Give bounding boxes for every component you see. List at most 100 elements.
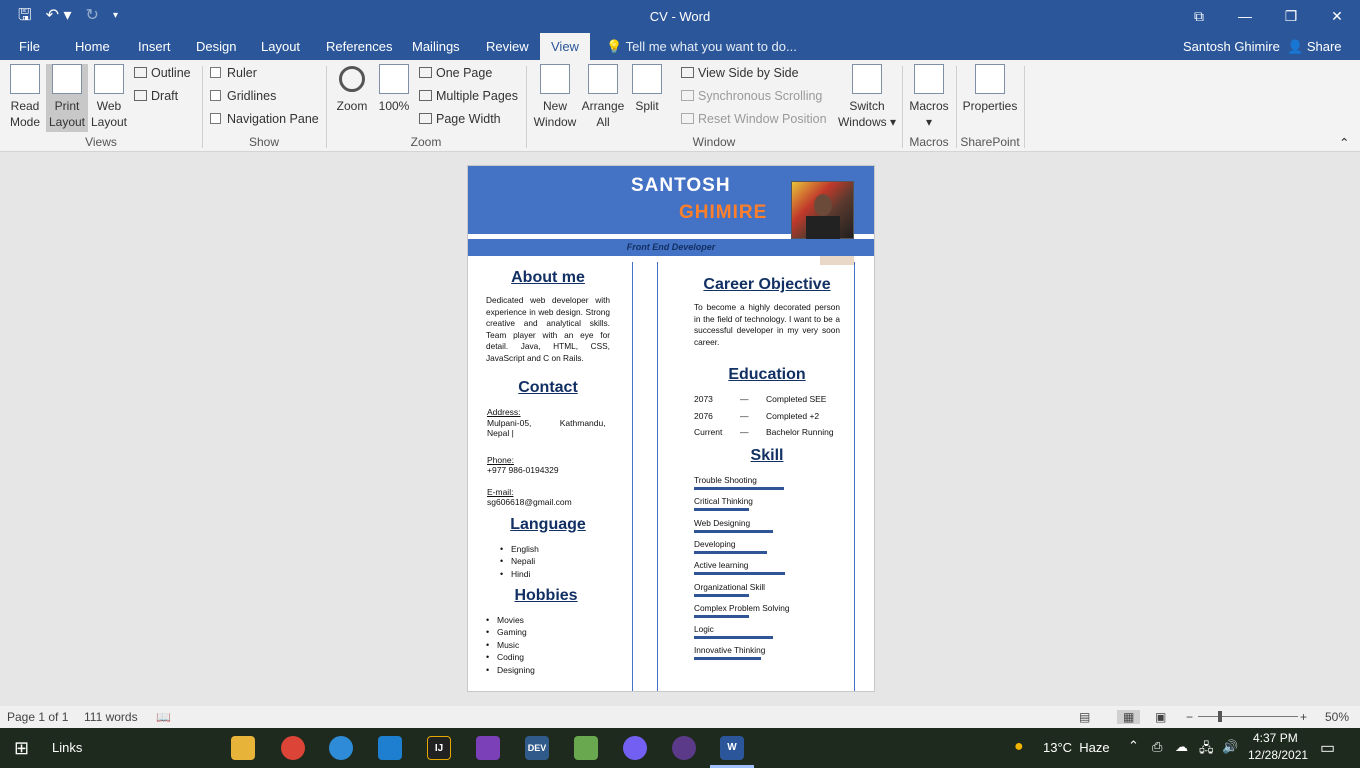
devcpp-icon[interactable]: DEV <box>525 736 549 760</box>
education-row: 2076 — Completed +2 <box>694 411 819 422</box>
page-width-button[interactable]: Page Width <box>419 110 501 128</box>
file-explorer-icon[interactable] <box>231 736 255 760</box>
onedrive-icon[interactable]: ☁ <box>1175 739 1188 755</box>
view-side-by-side-button[interactable]: View Side by Side <box>681 64 799 82</box>
synchronous-scrolling-button[interactable]: Synchronous Scrolling <box>681 87 822 105</box>
zoom-100-button[interactable]: 100% <box>376 64 412 114</box>
read-mode-button[interactable]: Read Mode <box>4 64 46 130</box>
clock-date[interactable]: 12/28/2021 <box>1248 748 1308 762</box>
proofing-icon[interactable]: 📖 <box>156 710 171 724</box>
outline-icon <box>134 67 147 78</box>
ruler-checkbox[interactable]: Ruler <box>210 64 257 82</box>
collapse-ribbon-icon[interactable]: ⌃ <box>1339 134 1349 152</box>
zoom-level[interactable]: 50% <box>1325 710 1349 724</box>
intellij-icon[interactable]: IJ <box>427 736 451 760</box>
split-button[interactable]: Split <box>628 64 666 114</box>
multiple-pages-button[interactable]: Multiple Pages <box>419 87 518 105</box>
zoom-100-icon <box>379 64 409 94</box>
tab-references[interactable]: References <box>315 33 403 60</box>
list-item: Music <box>486 639 535 651</box>
weather-icon[interactable]: ● <box>1014 738 1024 756</box>
network-icon[interactable]: 🖧 <box>1199 739 1214 761</box>
device-icon[interactable]: ⎙ <box>1152 739 1162 755</box>
windows-start-icon[interactable]: ⊞ <box>14 738 29 759</box>
volume-icon[interactable]: 🔊 <box>1222 739 1238 755</box>
last-name: GHIMIRE <box>679 202 768 223</box>
skill-name: Complex Problem Solving <box>694 602 790 613</box>
share-button[interactable]: 👤 Share <box>1287 33 1342 60</box>
email-label: E-mail: <box>487 486 514 497</box>
window-controls: ⧉ — ❐ ✕ <box>1176 0 1360 32</box>
ribbon-tabs: File Home Insert Design Layout Reference… <box>0 33 1360 60</box>
clock-time[interactable]: 4:37 PM <box>1253 731 1298 745</box>
restore-icon[interactable]: ❐ <box>1268 0 1314 32</box>
word-icon[interactable]: W <box>720 736 744 760</box>
phone-label: Phone: <box>487 454 514 465</box>
edge-icon[interactable] <box>329 736 353 760</box>
outline-button[interactable]: Outline <box>134 64 191 82</box>
tab-layout[interactable]: Layout <box>250 33 311 60</box>
skill-level-bar <box>694 636 774 640</box>
email-value: sg606618@gmail.com <box>487 497 572 507</box>
notifications-icon[interactable]: ▭ <box>1320 738 1335 758</box>
user-name[interactable]: Santosh Ghimire <box>1183 33 1280 60</box>
links-toolbar[interactable]: Links <box>52 740 82 755</box>
notepad-icon[interactable] <box>574 736 598 760</box>
weather-text[interactable]: 13°C Haze <box>1043 740 1110 755</box>
skill-item: Logic <box>694 624 774 640</box>
skill-item: Complex Problem Solving <box>694 603 789 618</box>
print-layout-button[interactable]: Print Layout <box>46 64 88 132</box>
close-icon[interactable]: ✕ <box>1314 0 1360 32</box>
zoom-slider-handle[interactable] <box>1218 711 1222 722</box>
app-icon[interactable] <box>672 736 696 760</box>
properties-button[interactable]: Properties <box>960 64 1020 114</box>
lightbulb-icon: 💡 <box>606 39 626 54</box>
new-window-button[interactable]: New Window <box>531 64 579 130</box>
one-page-button[interactable]: One Page <box>419 64 492 82</box>
web-layout-view-icon[interactable]: ▣ <box>1155 710 1166 724</box>
education-row: 2073 — Completed SEE <box>694 394 826 405</box>
gridlines-checkbox[interactable]: Gridlines <box>210 87 276 105</box>
visual-studio-icon[interactable] <box>476 736 500 760</box>
switch-windows-button[interactable]: Switch Windows ▾ <box>836 64 898 130</box>
ribbon-display-options-icon[interactable]: ⧉ <box>1176 0 1222 32</box>
tab-view[interactable]: View <box>540 33 590 60</box>
web-layout-button[interactable]: Web Layout <box>88 64 130 130</box>
navigation-pane-label: Navigation Pane <box>227 112 319 126</box>
zoom-out-icon[interactable]: − <box>1186 710 1193 724</box>
viber-icon[interactable] <box>623 736 647 760</box>
macros-button[interactable]: Macros ▾ <box>906 64 952 130</box>
zoom-slider-track[interactable] <box>1198 716 1298 717</box>
read-mode-icon <box>10 64 40 94</box>
vscode-icon[interactable] <box>378 736 402 760</box>
tab-design[interactable]: Design <box>185 33 247 60</box>
navigation-pane-checkbox[interactable]: Navigation Pane <box>210 110 319 128</box>
show-hidden-icons-icon[interactable]: ⌃ <box>1128 738 1139 754</box>
arrange-all-icon <box>588 64 618 94</box>
reset-window-position-button[interactable]: Reset Window Position <box>681 110 827 128</box>
arrange-all-button[interactable]: Arrange All <box>579 64 627 130</box>
zoom-button[interactable]: Zoom <box>332 64 372 114</box>
word-count[interactable]: 111 words <box>84 710 138 724</box>
minimize-icon[interactable]: — <box>1222 0 1268 32</box>
skill-level-bar <box>694 550 768 554</box>
side-by-side-label: View Side by Side <box>698 66 799 80</box>
chrome-icon[interactable] <box>281 736 305 760</box>
list-item: Designing <box>486 664 535 676</box>
skill-level-bar <box>694 508 750 512</box>
read-mode-view-icon[interactable]: ▤ <box>1079 710 1090 724</box>
tab-home[interactable]: Home <box>64 33 121 60</box>
tell-me-box[interactable]: 💡 Tell me what you want to do... <box>606 33 797 60</box>
tab-mailings[interactable]: Mailings <box>401 33 471 60</box>
print-layout-view-icon[interactable]: ▦ <box>1117 710 1141 724</box>
draft-button[interactable]: Draft <box>134 87 178 105</box>
page-count[interactable]: Page 1 of 1 <box>7 710 68 724</box>
tab-file[interactable]: File <box>8 33 51 60</box>
document-page[interactable]: SANTOSH GHIMIRE Front End Developer Abou… <box>467 165 875 692</box>
zoom-in-icon[interactable]: + <box>1300 710 1307 724</box>
column-divider <box>632 262 633 691</box>
tab-insert[interactable]: Insert <box>127 33 182 60</box>
tab-review[interactable]: Review <box>475 33 540 60</box>
one-page-icon <box>419 67 432 78</box>
one-page-label: One Page <box>436 66 493 80</box>
